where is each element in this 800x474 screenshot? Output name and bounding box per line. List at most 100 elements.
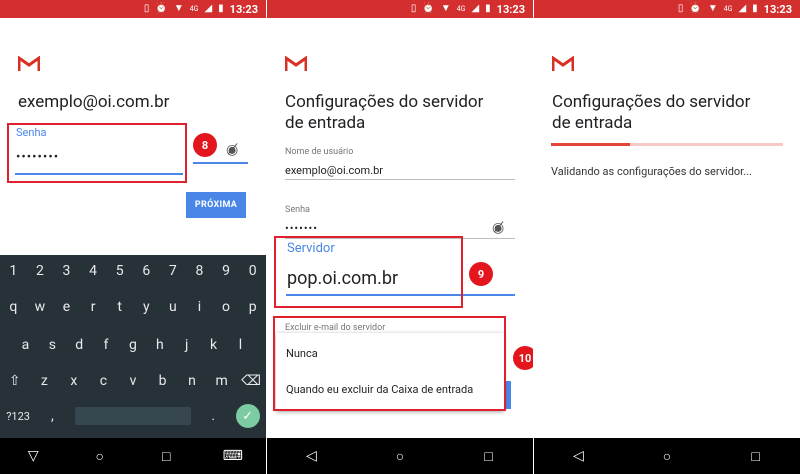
key-h[interactable]: h	[150, 334, 170, 356]
key-n[interactable]: n	[182, 370, 202, 392]
network-type: 4G	[189, 5, 199, 13]
key-m[interactable]: m	[212, 370, 232, 392]
highlight-box-password	[7, 123, 187, 183]
gmail-logo-icon	[18, 56, 40, 72]
key-s[interactable]: s	[42, 334, 62, 356]
status-bar: ▯ ⏰ ▼ 4G ◢ ▮ 13:23	[534, 0, 800, 18]
panel-server-settings: ▯ ⏰ ▼ 4G ◢ ▮ 13:23 Configurações do serv…	[267, 0, 533, 474]
back-nav-icon[interactable]: ◁	[296, 441, 326, 471]
key-q[interactable]: q	[3, 296, 23, 318]
key-l[interactable]: l	[230, 334, 250, 356]
home-nav-icon[interactable]: ○	[652, 441, 682, 471]
key-1[interactable]: 1	[3, 260, 23, 282]
key-d[interactable]: d	[69, 334, 89, 356]
back-nav-icon[interactable]: ▽	[18, 441, 48, 471]
key-c[interactable]: c	[93, 370, 113, 392]
key-comma[interactable]: ,	[42, 405, 62, 427]
home-nav-icon[interactable]: ○	[85, 441, 115, 471]
signal-icon: ◢	[471, 3, 480, 14]
vibrate-icon: ▯	[410, 3, 417, 14]
signal-icon: ◢	[204, 3, 213, 14]
alarm-icon: ⏰	[689, 3, 702, 14]
step-badge-10: 10	[513, 346, 533, 370]
recents-nav-icon[interactable]: □	[151, 441, 181, 471]
battery-icon: ▮	[485, 3, 491, 14]
account-email: exemplo@oi.com.br	[18, 92, 170, 112]
key-f[interactable]: f	[96, 334, 116, 356]
shift-icon[interactable]: ⇧	[5, 370, 25, 392]
key-2[interactable]: 2	[30, 260, 50, 282]
keyboard-row-1: q w e r t y u i o p	[0, 296, 266, 318]
key-y[interactable]: y	[136, 296, 156, 318]
validation-progress-bar	[551, 143, 783, 146]
key-r[interactable]: r	[83, 296, 103, 318]
key-x[interactable]: x	[64, 370, 84, 392]
next-button[interactable]: PRÓXIMA	[186, 192, 246, 218]
key-6[interactable]: 6	[136, 260, 156, 282]
key-period[interactable]: .	[203, 405, 223, 427]
key-t[interactable]: t	[110, 296, 130, 318]
key-8[interactable]: 8	[189, 260, 209, 282]
validation-progress-fill	[551, 143, 630, 146]
wifi-icon: ▼	[440, 3, 451, 14]
android-nav-bar: ◁ ○ □	[267, 438, 533, 474]
key-u[interactable]: u	[163, 296, 183, 318]
clock: 13:23	[763, 2, 792, 16]
key-4[interactable]: 4	[83, 260, 103, 282]
back-nav-icon[interactable]: ◁	[563, 441, 593, 471]
done-check-icon[interactable]: ✓	[235, 404, 260, 428]
password-underline-ext	[193, 162, 248, 164]
keyboard-switch-icon[interactable]: ⌨	[218, 441, 248, 471]
key-k[interactable]: k	[204, 334, 224, 356]
gmail-logo-icon	[285, 56, 307, 72]
username-input[interactable]: exemplo@oi.com.br	[285, 164, 383, 177]
android-nav-bar: ◁ ○ □	[534, 438, 800, 474]
page-title-line2: de entrada	[552, 113, 633, 133]
key-b[interactable]: b	[153, 370, 173, 392]
eye-slash-icon[interactable]: ◉̸	[492, 220, 504, 236]
key-0[interactable]: 0	[243, 260, 263, 282]
gmail-logo-icon	[552, 56, 574, 72]
key-a[interactable]: a	[15, 334, 35, 356]
key-v[interactable]: v	[123, 370, 143, 392]
key-9[interactable]: 9	[216, 260, 236, 282]
home-nav-icon[interactable]: ○	[385, 441, 415, 471]
recents-nav-icon[interactable]: □	[741, 441, 771, 471]
signal-icon: ◢	[738, 3, 747, 14]
eye-slash-icon[interactable]: ◉̸	[226, 142, 238, 158]
key-g[interactable]: g	[123, 334, 143, 356]
symbols-key[interactable]: ?123	[6, 405, 30, 427]
vibrate-icon: ▯	[143, 3, 150, 14]
key-5[interactable]: 5	[110, 260, 130, 282]
key-3[interactable]: 3	[56, 260, 76, 282]
key-7[interactable]: 7	[163, 260, 183, 282]
password-label: Senha	[285, 205, 310, 215]
key-i[interactable]: i	[189, 296, 209, 318]
key-e[interactable]: e	[56, 296, 76, 318]
panel-password: ▯ ⏰ ▼ 4G ◢ ▮ 13:23 exemplo@oi.com.br Sen…	[0, 0, 266, 474]
key-j[interactable]: j	[177, 334, 197, 356]
clock: 13:23	[496, 2, 525, 16]
key-o[interactable]: o	[216, 296, 236, 318]
space-key[interactable]	[74, 407, 191, 425]
panel-validating: ▯ ⏰ ▼ 4G ◢ ▮ 13:23 Configurações do serv…	[534, 0, 800, 474]
password-input[interactable]: •••••••	[285, 222, 318, 235]
backspace-icon[interactable]: ⌫	[241, 370, 261, 392]
keyboard-row-bottom: ?123 , . ✓	[0, 404, 266, 428]
keyboard-row-2: a s d f g h j k l	[0, 334, 266, 356]
validating-message: Validando as configurações do servidor..…	[551, 165, 752, 178]
page-title-line2: de entrada	[285, 113, 366, 133]
battery-icon: ▮	[218, 3, 224, 14]
keyboard-row-numbers: 1 2 3 4 5 6 7 8 9 0	[0, 260, 266, 282]
key-w[interactable]: w	[30, 296, 50, 318]
status-bar: ▯ ⏰ ▼ 4G ◢ ▮ 13:23	[0, 0, 266, 18]
key-z[interactable]: z	[34, 370, 54, 392]
alarm-icon: ⏰	[422, 3, 435, 14]
keyboard-row-3: ⇧ z x c v b n m ⌫	[0, 370, 266, 392]
network-type: 4G	[456, 5, 466, 13]
key-p[interactable]: p	[243, 296, 263, 318]
network-type: 4G	[723, 5, 733, 13]
wifi-icon: ▼	[707, 3, 718, 14]
highlight-box-server	[274, 236, 463, 308]
recents-nav-icon[interactable]: □	[474, 441, 504, 471]
